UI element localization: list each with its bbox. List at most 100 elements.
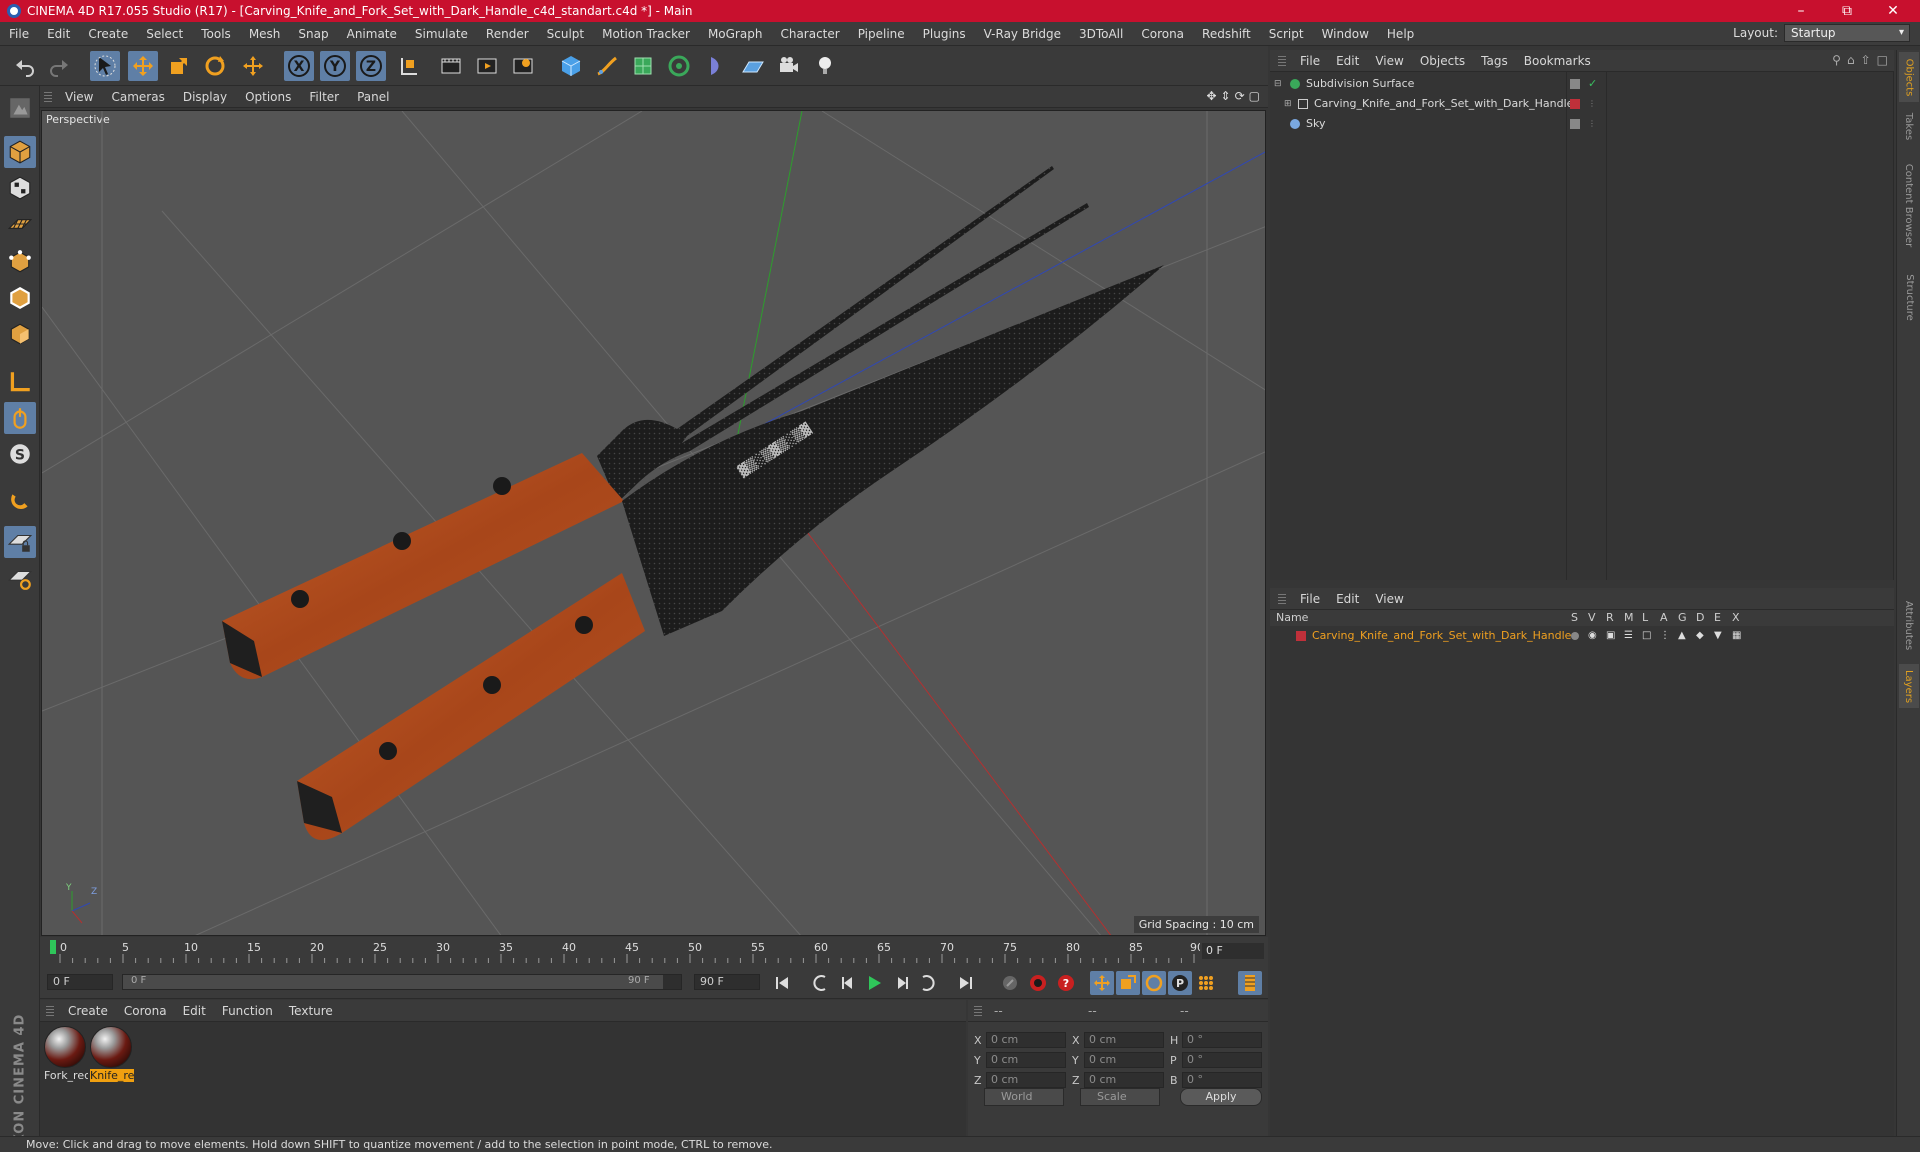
move-tool-icon[interactable] <box>128 51 158 81</box>
key-parameter-icon[interactable]: P <box>1168 971 1192 995</box>
playhead-marker[interactable] <box>50 940 56 954</box>
previous-frame-icon[interactable] <box>836 971 860 995</box>
menu-create[interactable]: Create <box>79 27 137 41</box>
axis-mode-icon[interactable] <box>4 366 36 398</box>
layer-menu-file[interactable]: File <box>1292 592 1328 606</box>
menu-plugins[interactable]: Plugins <box>914 27 975 41</box>
x-axis-lock-icon[interactable]: X <box>284 51 314 81</box>
tweak-mode-icon[interactable] <box>4 402 36 434</box>
live-selection-icon[interactable] <box>90 51 120 81</box>
material-knife[interactable]: Knife_re <box>90 1026 134 1082</box>
render-toggle-icon[interactable]: ▣ <box>1606 630 1615 641</box>
panel-grip[interactable] <box>1278 593 1286 604</box>
object-menu-view[interactable]: View <box>1367 54 1411 68</box>
magnet-icon[interactable] <box>4 486 36 518</box>
panel-grip[interactable] <box>44 91 52 102</box>
key-position-icon[interactable] <box>1090 971 1114 995</box>
object-menu-edit[interactable]: Edit <box>1328 54 1367 68</box>
redo-icon[interactable] <box>44 51 74 81</box>
viewport-menu-display[interactable]: Display <box>174 90 236 104</box>
menu-sculpt[interactable]: Sculpt <box>538 27 593 41</box>
tab-structure[interactable]: Structure <box>1899 264 1919 330</box>
render-to-picture-viewer-icon[interactable] <box>472 51 502 81</box>
render-view-icon[interactable] <box>436 51 466 81</box>
polygons-mode-icon[interactable] <box>4 318 36 350</box>
layer-row[interactable]: Carving_Knife_and_Fork_Set_with_Dark_Han… <box>1270 626 1894 645</box>
object-menu-objects[interactable]: Objects <box>1412 54 1473 68</box>
start-frame-field[interactable]: 0 F <box>47 974 113 990</box>
column-expressions[interactable]: E <box>1714 611 1721 624</box>
maximize-view-icon[interactable]: ▢ <box>1249 89 1260 103</box>
floor-icon[interactable] <box>738 51 768 81</box>
layout-dropdown[interactable]: Startup <box>1784 24 1910 42</box>
tab-layers[interactable]: Layers <box>1899 664 1919 708</box>
size-mode-dropdown[interactable]: Scale <box>1080 1088 1160 1106</box>
position-x-field[interactable]: 0 cm <box>986 1032 1066 1048</box>
viewport-menu-options[interactable]: Options <box>236 90 300 104</box>
points-mode-icon[interactable] <box>4 246 36 278</box>
menu-snap[interactable]: Snap <box>289 27 337 41</box>
menu-mesh[interactable]: Mesh <box>240 27 290 41</box>
deformer-toggle-icon[interactable]: ◆ <box>1696 630 1704 641</box>
menu-render[interactable]: Render <box>477 27 538 41</box>
column-deformers[interactable]: D <box>1696 611 1704 624</box>
animation-toggle-icon[interactable]: ⋮ <box>1660 630 1670 641</box>
size-z-field[interactable]: 0 cm <box>1084 1072 1164 1088</box>
menu-file[interactable]: File <box>0 27 38 41</box>
visibility-dots-icon[interactable]: ⋮ <box>1588 99 1596 108</box>
menu-pipeline[interactable]: Pipeline <box>849 27 914 41</box>
rotation-p-field[interactable]: 0 ° <box>1182 1052 1262 1068</box>
layer-menu-view[interactable]: View <box>1367 592 1411 606</box>
menu-redshift[interactable]: Redshift <box>1193 27 1260 41</box>
panel-grip[interactable] <box>974 1005 982 1016</box>
object-row-sky[interactable]: Sky ⋮ <box>1270 114 1894 133</box>
texture-mode-icon[interactable] <box>4 172 36 204</box>
subdivision-surface-icon[interactable] <box>628 51 658 81</box>
new-window-icon[interactable]: □ <box>1877 53 1888 67</box>
menu-tools[interactable]: Tools <box>192 27 240 41</box>
material-menu-function[interactable]: Function <box>214 1004 281 1018</box>
go-to-next-key-icon[interactable] <box>916 971 940 995</box>
edges-mode-icon[interactable] <box>4 282 36 314</box>
home-icon[interactable]: ⌂ <box>1847 53 1855 67</box>
generator-toggle-icon[interactable]: ▲ <box>1678 630 1686 641</box>
menu-character[interactable]: Character <box>771 27 848 41</box>
key-scale-icon[interactable] <box>1116 971 1140 995</box>
position-z-field[interactable]: 0 cm <box>986 1072 1066 1088</box>
y-axis-lock-icon[interactable]: Y <box>320 51 350 81</box>
panel-grip[interactable] <box>46 1005 54 1016</box>
timeline-ruler[interactable]: 0 5 10 15 20 25 30 35 40 45 50 55 60 65 … <box>40 937 1268 965</box>
layer-color-tag[interactable] <box>1570 98 1580 109</box>
column-locked[interactable]: L <box>1642 611 1648 624</box>
rotation-h-field[interactable]: 0 ° <box>1182 1032 1262 1048</box>
visibility-toggle-icon[interactable] <box>1570 118 1580 129</box>
panel-grip[interactable] <box>1278 55 1286 66</box>
column-render[interactable]: R <box>1606 611 1614 624</box>
column-generators[interactable]: G <box>1678 611 1687 624</box>
menu-help[interactable]: Help <box>1378 27 1423 41</box>
column-solo[interactable]: S <box>1571 611 1578 624</box>
solo-toggle-icon[interactable] <box>1571 631 1579 640</box>
layer-menu-edit[interactable]: Edit <box>1328 592 1367 606</box>
tab-objects[interactable]: Objects <box>1899 52 1919 102</box>
render-settings-icon[interactable] <box>508 51 538 81</box>
position-y-field[interactable]: 0 cm <box>986 1052 1066 1068</box>
zoom-view-icon[interactable]: ⇕ <box>1221 89 1231 103</box>
enabled-check-icon[interactable]: ✓ <box>1588 77 1597 90</box>
transform-tool-icon[interactable] <box>238 51 268 81</box>
restore-icon[interactable]: ⧉ <box>1824 0 1870 22</box>
minimize-icon[interactable]: – <box>1778 0 1824 22</box>
column-view[interactable]: V <box>1588 611 1596 624</box>
scale-tool-icon[interactable] <box>164 51 194 81</box>
size-x-field[interactable]: 0 cm <box>1084 1032 1164 1048</box>
object-row-subdivision[interactable]: ⊟ Subdivision Surface ✓ <box>1270 74 1894 93</box>
up-arrow-icon[interactable]: ⇧ <box>1861 53 1871 67</box>
snap-icon[interactable]: S <box>4 438 36 470</box>
menu-edit[interactable]: Edit <box>38 27 79 41</box>
close-icon[interactable]: ✕ <box>1870 0 1916 22</box>
menu-vray-bridge[interactable]: V-Ray Bridge <box>975 27 1070 41</box>
rotate-view-icon[interactable]: ⟳ <box>1235 89 1245 103</box>
menu-3dtoall[interactable]: 3DToAll <box>1070 27 1132 41</box>
menu-select[interactable]: Select <box>137 27 192 41</box>
pan-view-icon[interactable]: ✥ <box>1206 89 1216 103</box>
